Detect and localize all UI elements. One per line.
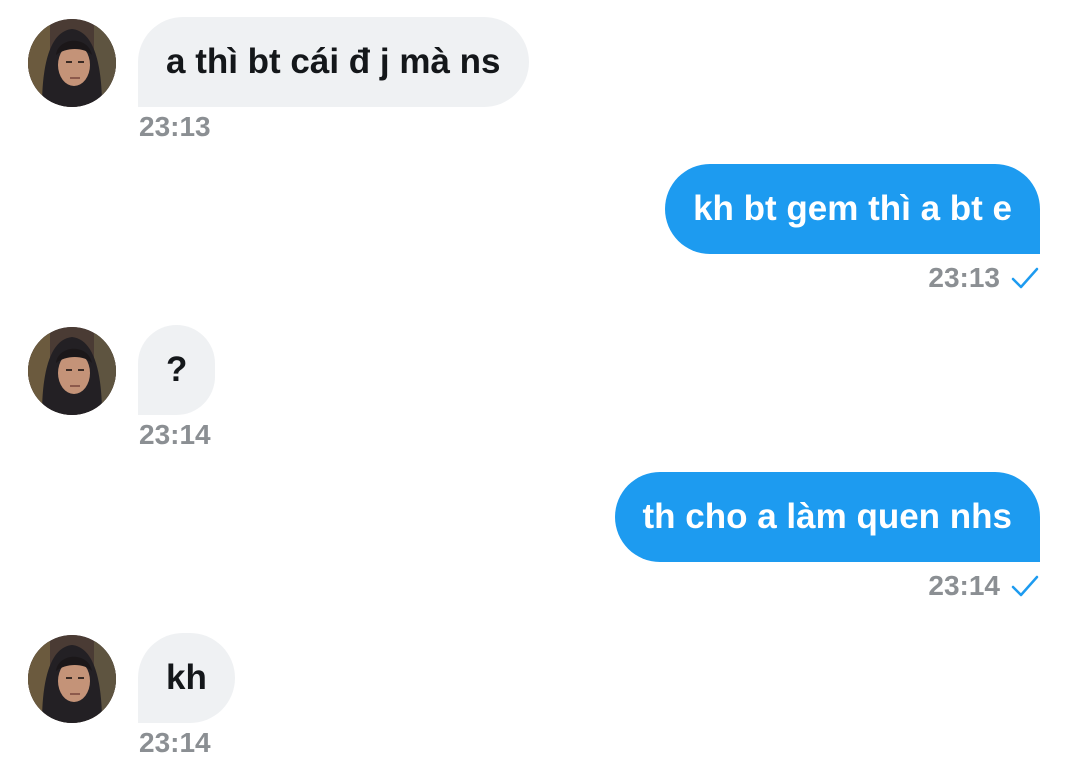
avatar[interactable] (28, 635, 116, 723)
incoming-message-bubble[interactable]: kh (138, 633, 235, 723)
check-icon (1011, 575, 1039, 597)
avatar-photo (28, 19, 116, 107)
message-text: kh bt gem thì a bt e (693, 189, 1012, 228)
message-meta: 23:13 (928, 264, 1040, 292)
message-text: th cho a làm quen nhs (642, 497, 1012, 536)
outgoing-message-bubble[interactable]: kh bt gem thì a bt e (665, 164, 1040, 254)
message-timestamp: 23:14 (928, 570, 1000, 601)
message-timestamp: 23:13 (928, 262, 1000, 293)
avatar[interactable] (28, 327, 116, 415)
avatar[interactable] (28, 19, 116, 107)
message-thread: a thì bt cái đ j mà ns 23:13 kh bt gem t… (0, 0, 1080, 775)
avatar-photo (28, 635, 116, 723)
message-timestamp: 23:14 (139, 419, 211, 450)
incoming-message-bubble[interactable]: ? (138, 325, 216, 415)
avatar-photo (28, 327, 116, 415)
message-text: kh (166, 658, 207, 697)
message-text: a thì bt cái đ j mà ns (166, 42, 501, 81)
message-meta: 23:14 (928, 572, 1040, 600)
message-text: ? (166, 350, 188, 389)
message-timestamp: 23:14 (139, 727, 211, 758)
message-timestamp: 23:13 (139, 111, 211, 142)
outgoing-message-bubble[interactable]: th cho a làm quen nhs (614, 472, 1040, 562)
check-icon (1011, 267, 1039, 289)
incoming-message-bubble[interactable]: a thì bt cái đ j mà ns (138, 17, 529, 107)
